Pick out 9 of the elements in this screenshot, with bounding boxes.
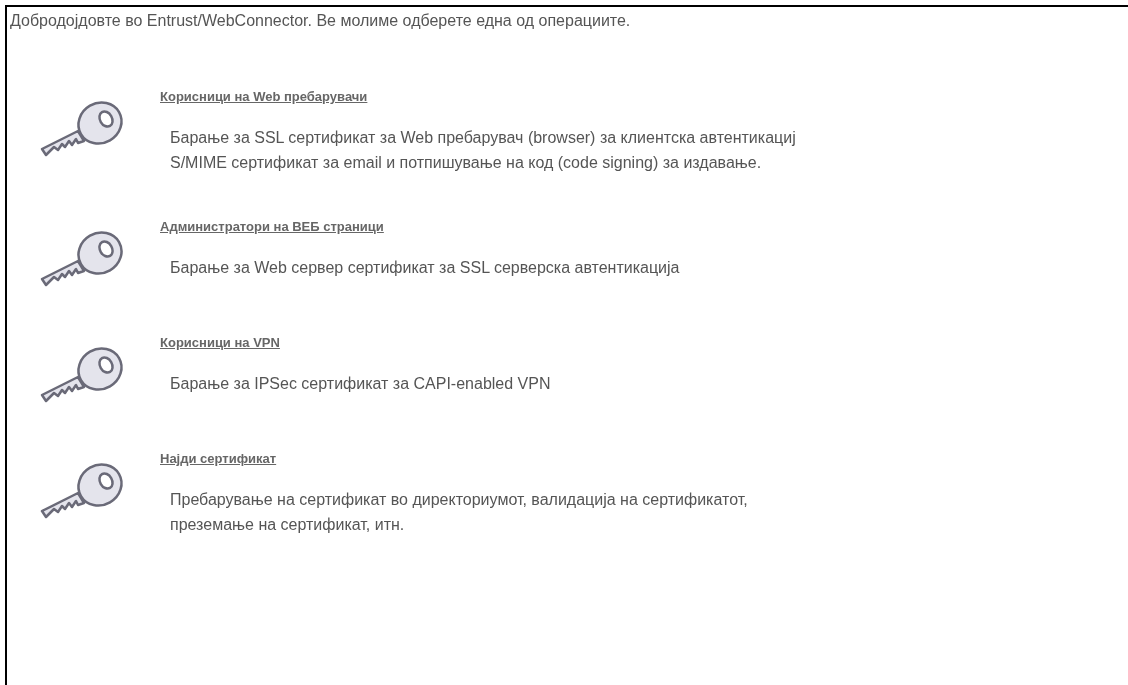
option-description: Барање за IPSec сертификат за CAPI-enabled VPN (170, 374, 551, 394)
option-link[interactable]: Корисници на VPN (160, 335, 280, 351)
option-link[interactable]: Администратори на ВЕБ страници (160, 219, 384, 235)
option-link[interactable]: Корисници на Web пребарувачи (160, 89, 368, 105)
option-description: Барање за Web сервер сертификат за SSL серверска автентикација (170, 258, 680, 278)
option-description: Пребарување на сертификат во директориумот, валидација на сертификатот, преземање на сертификат, итн. (170, 490, 748, 535)
option-description: Барање за SSL сертификат за Web пребарувач (browser) за клиентска автентикациј S/MIME сертификат за email и потпишување на код (code signing) за издавање. (170, 128, 796, 173)
welcome-text: Добродојдовте во Entrust/WebConnector. Ве молиме одберете една од операциите. (10, 11, 631, 31)
option-link[interactable]: Најди сертификат (160, 451, 277, 467)
